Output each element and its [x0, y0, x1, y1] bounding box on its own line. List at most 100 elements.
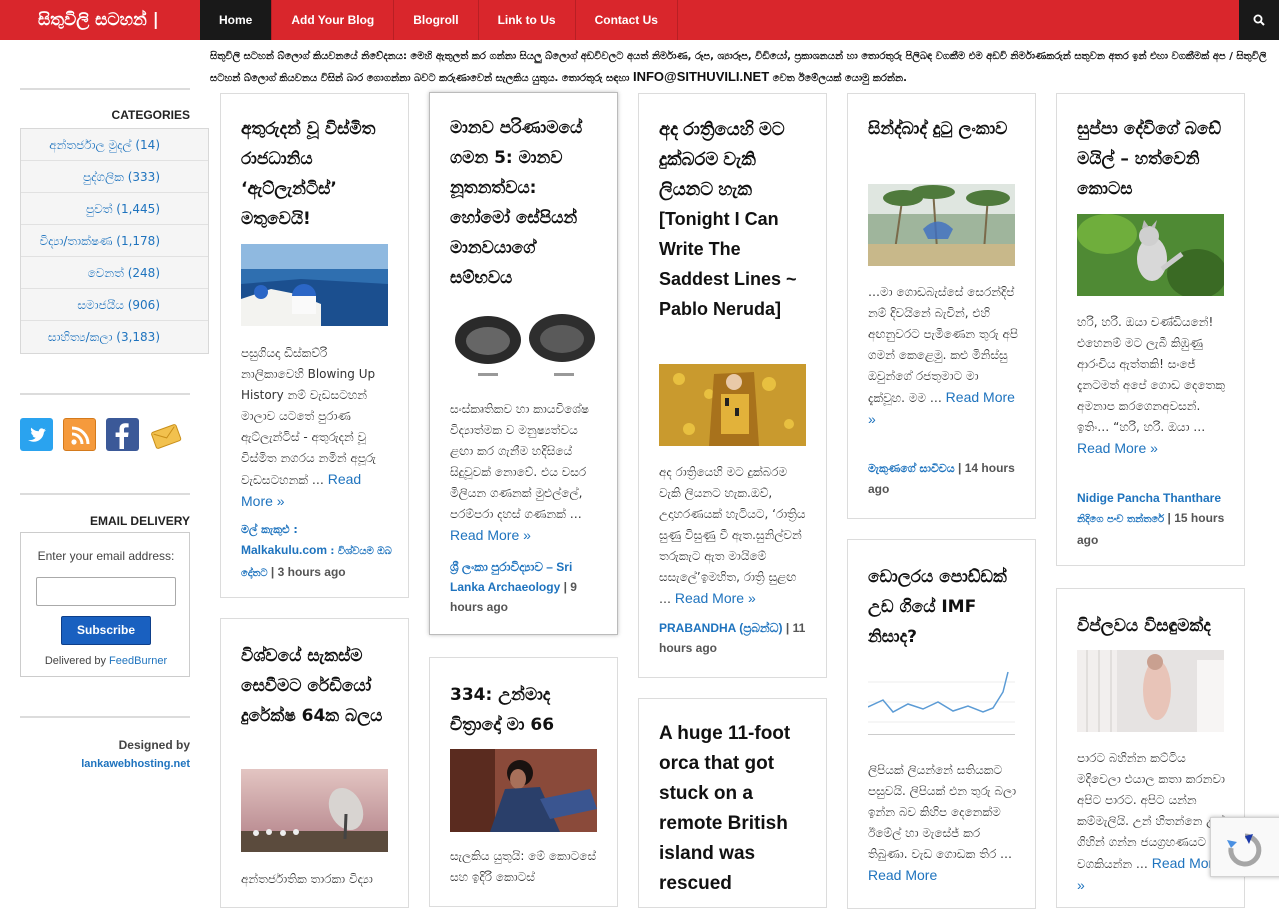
post-title[interactable]: අද රාත්‍රියෙහි මට දුක්බරම වැකි ලියනට හැක… — [659, 114, 809, 324]
nav-home[interactable]: Home — [200, 0, 273, 40]
post-card: ඩොලරය පොඩ්ඩක් උඩ ගියේ IMF නිසාද? ලිපියක්… — [847, 539, 1036, 909]
delivered-by-label: Delivered by — [44, 655, 106, 667]
post-card: අද රාත්‍රියෙහි මට දුක්බරම වැකි ලියනට හැක… — [638, 93, 827, 678]
category-item[interactable]: වෙනත් (248) — [21, 257, 208, 289]
post-excerpt: සැලකිය යුතුයි: මේ කොටසේ සහ ඉදිරි කොටස් — [450, 849, 597, 884]
recaptcha-badge[interactable] — [1210, 817, 1279, 877]
category-list: අන්තර්ජාල මුදල් (14) පුද්ගලික (333) පුවත… — [20, 128, 209, 354]
post-card: මානව පරිණාමයේ ගමන 5: මානව නූතනත්වය: හෝමෝ… — [429, 92, 618, 635]
divider — [20, 493, 190, 495]
category-item[interactable]: පුද්ගලික (333) — [21, 161, 208, 193]
post-title[interactable]: සින්ද්බාද් දුටු ලංකාව — [868, 114, 1018, 144]
post-title[interactable]: ඩොලරය පොඩ්ඩක් උඩ ගියේ IMF නිසාද? — [868, 562, 1018, 652]
post-excerpt: පාරට බහින්න කට්ටිය මදිවෙලා එයාල කතා කරනව… — [1077, 748, 1227, 897]
post-thumbnail[interactable] — [1077, 214, 1224, 296]
social-links — [20, 418, 182, 451]
post-excerpt: …මා ගොඩබැස්සේ සෙරන්දිප් නම් දිවයිනේ බැවි… — [868, 282, 1018, 431]
category-item[interactable]: සාහිත්‍ය/කලා (3,183) — [21, 321, 208, 353]
twitter-icon[interactable] — [20, 418, 53, 451]
email-subscribe-box: Enter your email address: Subscribe Deli… — [20, 532, 190, 677]
post-thumbnail[interactable] — [1077, 650, 1224, 732]
nav-add-your-blog[interactable]: Add Your Blog — [272, 0, 395, 40]
site-notice: සිතුවිලි සටහන් බ්ලොග් කියවනයේ නිවේදනය: ම… — [210, 47, 1270, 89]
recaptcha-icon — [1227, 833, 1262, 867]
read-more-link[interactable]: Read More » — [675, 590, 756, 606]
main-nav: Home Add Your Blog Blogroll Link to Us C… — [200, 0, 678, 40]
source-link[interactable]: PRABANDHA (ප්‍රබන්ධ) — [659, 621, 783, 635]
sidebar: CATEGORIES අන්තර්ජාල මුදල් (14) පුද්ගලික… — [20, 88, 209, 770]
subscribe-button[interactable]: Subscribe — [61, 616, 151, 645]
read-more-link[interactable]: Read More » — [1077, 440, 1158, 456]
post-title[interactable]: විශ්වයේ සැකස්ම සෙවීමට රේඩියෝ දුරේක්ෂ 64ක… — [241, 641, 391, 731]
post-thumbnail[interactable] — [241, 244, 388, 326]
nav-link-to-us[interactable]: Link to Us — [479, 0, 576, 40]
post-excerpt: පසුගියදා ඩිස්කව්රි නාලිකාවෙහි Blowing Up… — [241, 343, 391, 513]
post-card: අතුරුදන් වූ විස්මිත රාජධානිය ‘ඇට්ලැන්ටිස… — [220, 93, 409, 598]
post-meta: Nidige Pancha Thanthare නිදිගෙ පංච තන්තර… — [1077, 491, 1225, 547]
email-delivery-title: EMAIL DELIVERY — [89, 514, 190, 528]
source-suffix[interactable]: නිදිගෙ පංච තන්තරේ — [1077, 514, 1164, 525]
post-card: විශ්වයේ සැකස්ම සෙවීමට රේඩියෝ දුරේක්ෂ 64ක… — [220, 618, 409, 908]
post-thumbnail[interactable] — [241, 769, 388, 852]
post-excerpt-text: අද රාත්‍රියෙහි මට දුක්බරම වැකි ලියනට හැක… — [659, 465, 806, 606]
post-title[interactable]: මානව පරිණාමයේ ගමන 5: මානව නූතනත්වය: හෝමෝ… — [450, 113, 600, 293]
post-card: සින්ද්බාද් දුටු ලංකාව …මා ගොඩබැස්සේ සෙරන… — [847, 93, 1036, 519]
rss-icon[interactable] — [63, 418, 96, 451]
source-link[interactable]: ශ්‍රී ලංකා පුරාවිද්‍යාව – Sri Lanka Arch… — [450, 560, 572, 594]
category-item[interactable]: පුවත් (1,445) — [21, 193, 208, 225]
top-bar: සිතුවිලි සටහන් | Home Add Your Blog Blog… — [0, 0, 1279, 40]
nav-blogroll[interactable]: Blogroll — [394, 0, 479, 40]
post-card: සුප්පා දේවිගේ බඩේ මයිල් – හත්වෙනි කොටස හ… — [1056, 93, 1245, 566]
post-time: 3 hours ago — [277, 565, 346, 579]
email-icon[interactable] — [149, 418, 182, 451]
source-prefix[interactable]: මල් කැකුළු : — [241, 523, 298, 536]
post-title[interactable]: 334: උන්මාද චිත්‍රාදෝ මා 66 — [450, 680, 600, 740]
designer-link[interactable]: lankawebhosting.net — [20, 758, 190, 770]
post-excerpt-text: පසුගියදා ඩිස්කව්රි නාලිකාවෙහි Blowing Up… — [241, 346, 376, 487]
email-input[interactable] — [36, 577, 176, 606]
post-meta: ශ්‍රී ලංකා පුරාවිද්‍යාව – Sri Lanka Arch… — [450, 560, 577, 614]
site-logo[interactable]: සිතුවිලි සටහන් | — [0, 0, 200, 40]
divider — [20, 88, 190, 90]
post-card: 334: උන්මාද චිත්‍රාදෝ මා 66 සැලකිය යුතුය… — [429, 657, 618, 907]
read-more-link[interactable]: Read More » — [450, 527, 531, 543]
post-title[interactable]: සුප්පා දේවිගේ බඩේ මයිල් – හත්වෙනි කොටස — [1077, 114, 1227, 204]
read-more-link[interactable]: Read More — [868, 867, 937, 883]
post-thumbnail[interactable] — [868, 184, 1015, 266]
post-excerpt-text: හරි, හරි. ඔයා චණ්ඩියනේ! එහෙනම් මට ලැබී ක… — [1077, 315, 1225, 434]
categories-title: CATEGORIES — [111, 108, 190, 122]
post-title[interactable]: විප්ලවය විසඳුමක්ද — [1077, 611, 1227, 641]
nav-contact-us[interactable]: Contact Us — [576, 0, 678, 40]
delivered-by: Delivered by FeedBurner — [21, 655, 191, 667]
source-link[interactable]: Malkakulu.com — [241, 543, 327, 557]
post-excerpt: අන්තර්ජාතික තාරකා විද්‍යා — [241, 872, 373, 886]
notice-email[interactable]: INFO@SITHUVILI.NET — [633, 69, 769, 84]
post-meta: මල් කැකුළු : Malkakulu.com : විශ්වයම ඔබ … — [241, 523, 392, 579]
post-title[interactable]: අතුරුදන් වූ විස්මිත රාජධානිය ‘ඇට්ලැන්ටිස… — [241, 114, 391, 234]
category-item[interactable]: අන්තර්ජාල මුදල් (14) — [21, 129, 208, 161]
source-link[interactable]: Nidige Pancha Thanthare — [1077, 491, 1221, 505]
post-excerpt: සංස්කෘතිකව හා කායවිශේෂ විද්‍යාත්මක ව මනු… — [450, 399, 600, 547]
search-icon — [1253, 14, 1265, 26]
post-thumbnail[interactable] — [450, 749, 597, 832]
post-title[interactable]: A huge 11-foot orca that got stuck on a … — [659, 719, 809, 899]
post-excerpt-text: සංස්කෘතිකව හා කායවිශේෂ විද්‍යාත්මක ව මනු… — [450, 402, 589, 521]
post-excerpt-text: …මා ගොඩබැස්සේ සෙරන්දිප් නම් දිවයිනේ බැවි… — [868, 285, 1018, 405]
category-item[interactable]: සමාජයීය (906) — [21, 289, 208, 321]
post-excerpt: ලිපියක් ලියන්නේ සතියකට පසුවයි. ලිපියක් එ… — [868, 760, 1018, 887]
post-meta: මැකුණගේ සාවිචය | 14 hours ago — [868, 461, 1015, 496]
source-link[interactable]: මැකුණගේ සාවිචය — [868, 462, 955, 475]
divider — [20, 716, 190, 718]
post-thumbnail[interactable] — [659, 364, 806, 446]
post-excerpt: හරි, හරි. ඔයා චණ්ඩියනේ! එහෙනම් මට ලැබී ක… — [1077, 312, 1227, 460]
category-item[interactable]: විද්‍යා/තාක්ෂණ (1,178) — [21, 225, 208, 257]
post-meta: PRABANDHA (ප්‍රබන්ධ) | 11 hours ago — [659, 621, 806, 655]
designed-by-label: Designed by — [118, 738, 190, 752]
search-button[interactable] — [1239, 0, 1279, 40]
post-thumbnail[interactable] — [450, 305, 597, 387]
facebook-icon[interactable] — [106, 418, 139, 451]
feedburner-link[interactable]: FeedBurner — [109, 655, 167, 667]
post-excerpt-text: පාරට බහින්න කට්ටිය මදිවෙලා එයාල කතා කරනව… — [1077, 751, 1226, 871]
post-thumbnail[interactable] — [868, 662, 1015, 744]
email-label: Enter your email address: — [37, 549, 175, 563]
